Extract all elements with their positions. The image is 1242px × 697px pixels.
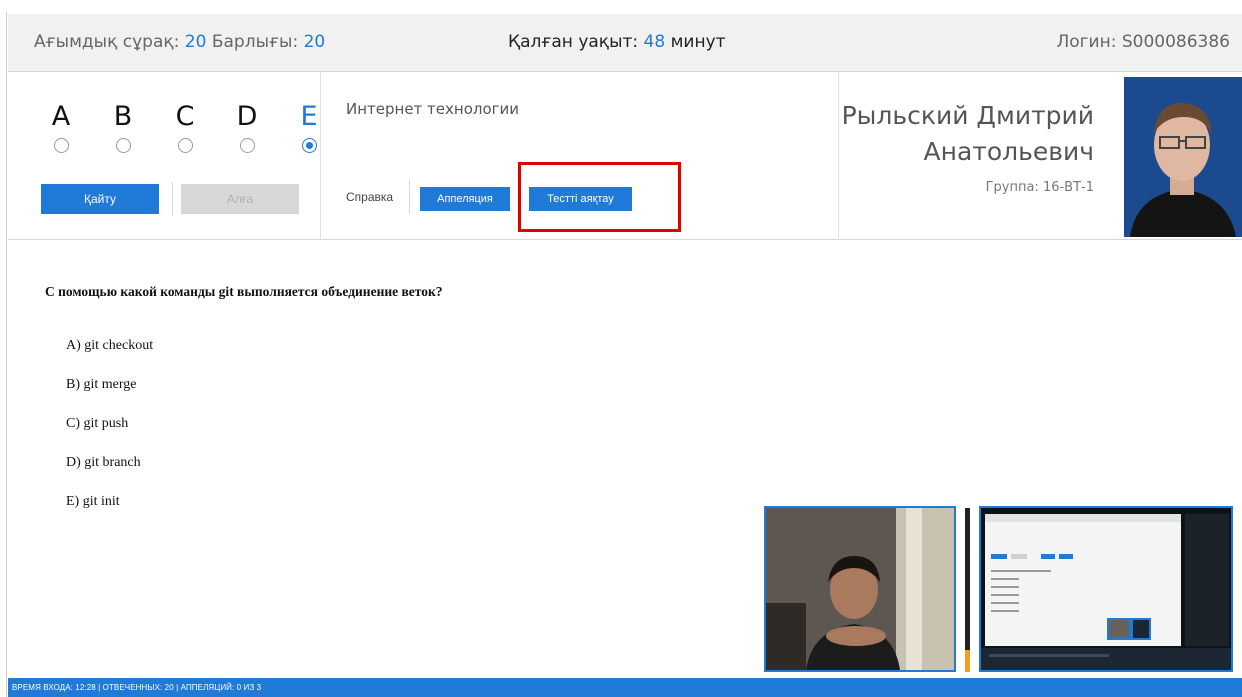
current-question-label: Ағымдық сұрақ: bbox=[34, 32, 180, 52]
answer-item: D) git branch bbox=[66, 455, 141, 470]
student-info: Рыльский Дмитрий Анатольевич Группа: 16-… bbox=[842, 98, 1094, 195]
time-remaining-value: 48 bbox=[643, 32, 666, 52]
total-questions-label: Барлығы: bbox=[211, 32, 299, 52]
time-remaining: Қалған уақыт: 48 минут bbox=[508, 32, 726, 52]
option-e[interactable]: E bbox=[278, 102, 340, 158]
panel-divider-left bbox=[320, 72, 321, 240]
time-remaining-label: Қалған уақыт: bbox=[508, 32, 639, 52]
answer-list: A) git checkout B) git merge C) git push… bbox=[66, 338, 153, 533]
panel-divider-right bbox=[838, 72, 839, 240]
option-b-letter: B bbox=[113, 101, 133, 132]
time-remaining-unit: минут bbox=[670, 32, 726, 52]
nav-divider bbox=[172, 182, 173, 216]
option-a[interactable]: A bbox=[30, 102, 92, 158]
highlight-box bbox=[518, 162, 681, 232]
audio-level-meter bbox=[965, 508, 970, 672]
option-a-radio[interactable] bbox=[53, 138, 69, 153]
back-button[interactable]: Қайту bbox=[41, 184, 159, 214]
student-photo bbox=[1124, 77, 1242, 237]
option-e-letter: E bbox=[300, 101, 318, 132]
question-text: С помощью какой команды git выполняется … bbox=[45, 284, 443, 299]
screen-capture-feed bbox=[979, 506, 1233, 672]
answer-options: A B C D E bbox=[30, 102, 340, 158]
option-a-letter: A bbox=[51, 101, 71, 132]
answer-item: C) git push bbox=[66, 416, 129, 431]
next-button[interactable]: Алға bbox=[181, 184, 299, 214]
window-border bbox=[6, 12, 7, 697]
current-question-value: 20 bbox=[184, 32, 207, 52]
audio-level-fill bbox=[965, 650, 970, 672]
option-c-letter: C bbox=[175, 101, 195, 132]
question-counter: Ағымдық сұрақ: 20 Барлығы: 20 bbox=[34, 32, 325, 52]
option-e-radio[interactable] bbox=[301, 138, 317, 153]
help-divider bbox=[409, 180, 410, 214]
option-b[interactable]: B bbox=[92, 102, 154, 158]
option-d-radio[interactable] bbox=[239, 138, 255, 153]
total-questions-value: 20 bbox=[303, 32, 326, 52]
status-footer: ВРЕМЯ ВХОДА: 12:28 | ОТВЕЧЕННЫХ: 20 | АП… bbox=[8, 678, 1242, 697]
option-b-radio[interactable] bbox=[115, 138, 131, 153]
answer-item: B) git merge bbox=[66, 377, 137, 392]
option-c-radio[interactable] bbox=[177, 138, 193, 153]
login-value: S000086386 bbox=[1121, 32, 1230, 52]
student-group: Группа: 16-ВТ-1 bbox=[985, 180, 1094, 195]
option-d[interactable]: D bbox=[216, 102, 278, 158]
subject-title: Интернет технологии bbox=[346, 100, 520, 118]
option-d-letter: D bbox=[236, 101, 258, 132]
answer-item: E) git init bbox=[66, 494, 120, 509]
top-status-bar: Ағымдық сұрақ: 20 Барлығы: 20 Қалған уақ… bbox=[8, 14, 1242, 72]
webcam-feed bbox=[764, 506, 956, 672]
option-c[interactable]: C bbox=[154, 102, 216, 158]
control-panel: A B C D E Қайту Алға Интернет технологии… bbox=[8, 72, 1242, 240]
help-link[interactable]: Справка bbox=[346, 190, 393, 204]
student-name-last: Анатольевич bbox=[923, 137, 1094, 166]
login-label: Логин: bbox=[1056, 32, 1117, 52]
answer-item: A) git checkout bbox=[66, 338, 154, 353]
login-info: Логин: S000086386 bbox=[1056, 32, 1230, 52]
appeal-button[interactable]: Аппеляция bbox=[420, 187, 510, 211]
student-name-first: Рыльский Дмитрий bbox=[841, 101, 1094, 130]
